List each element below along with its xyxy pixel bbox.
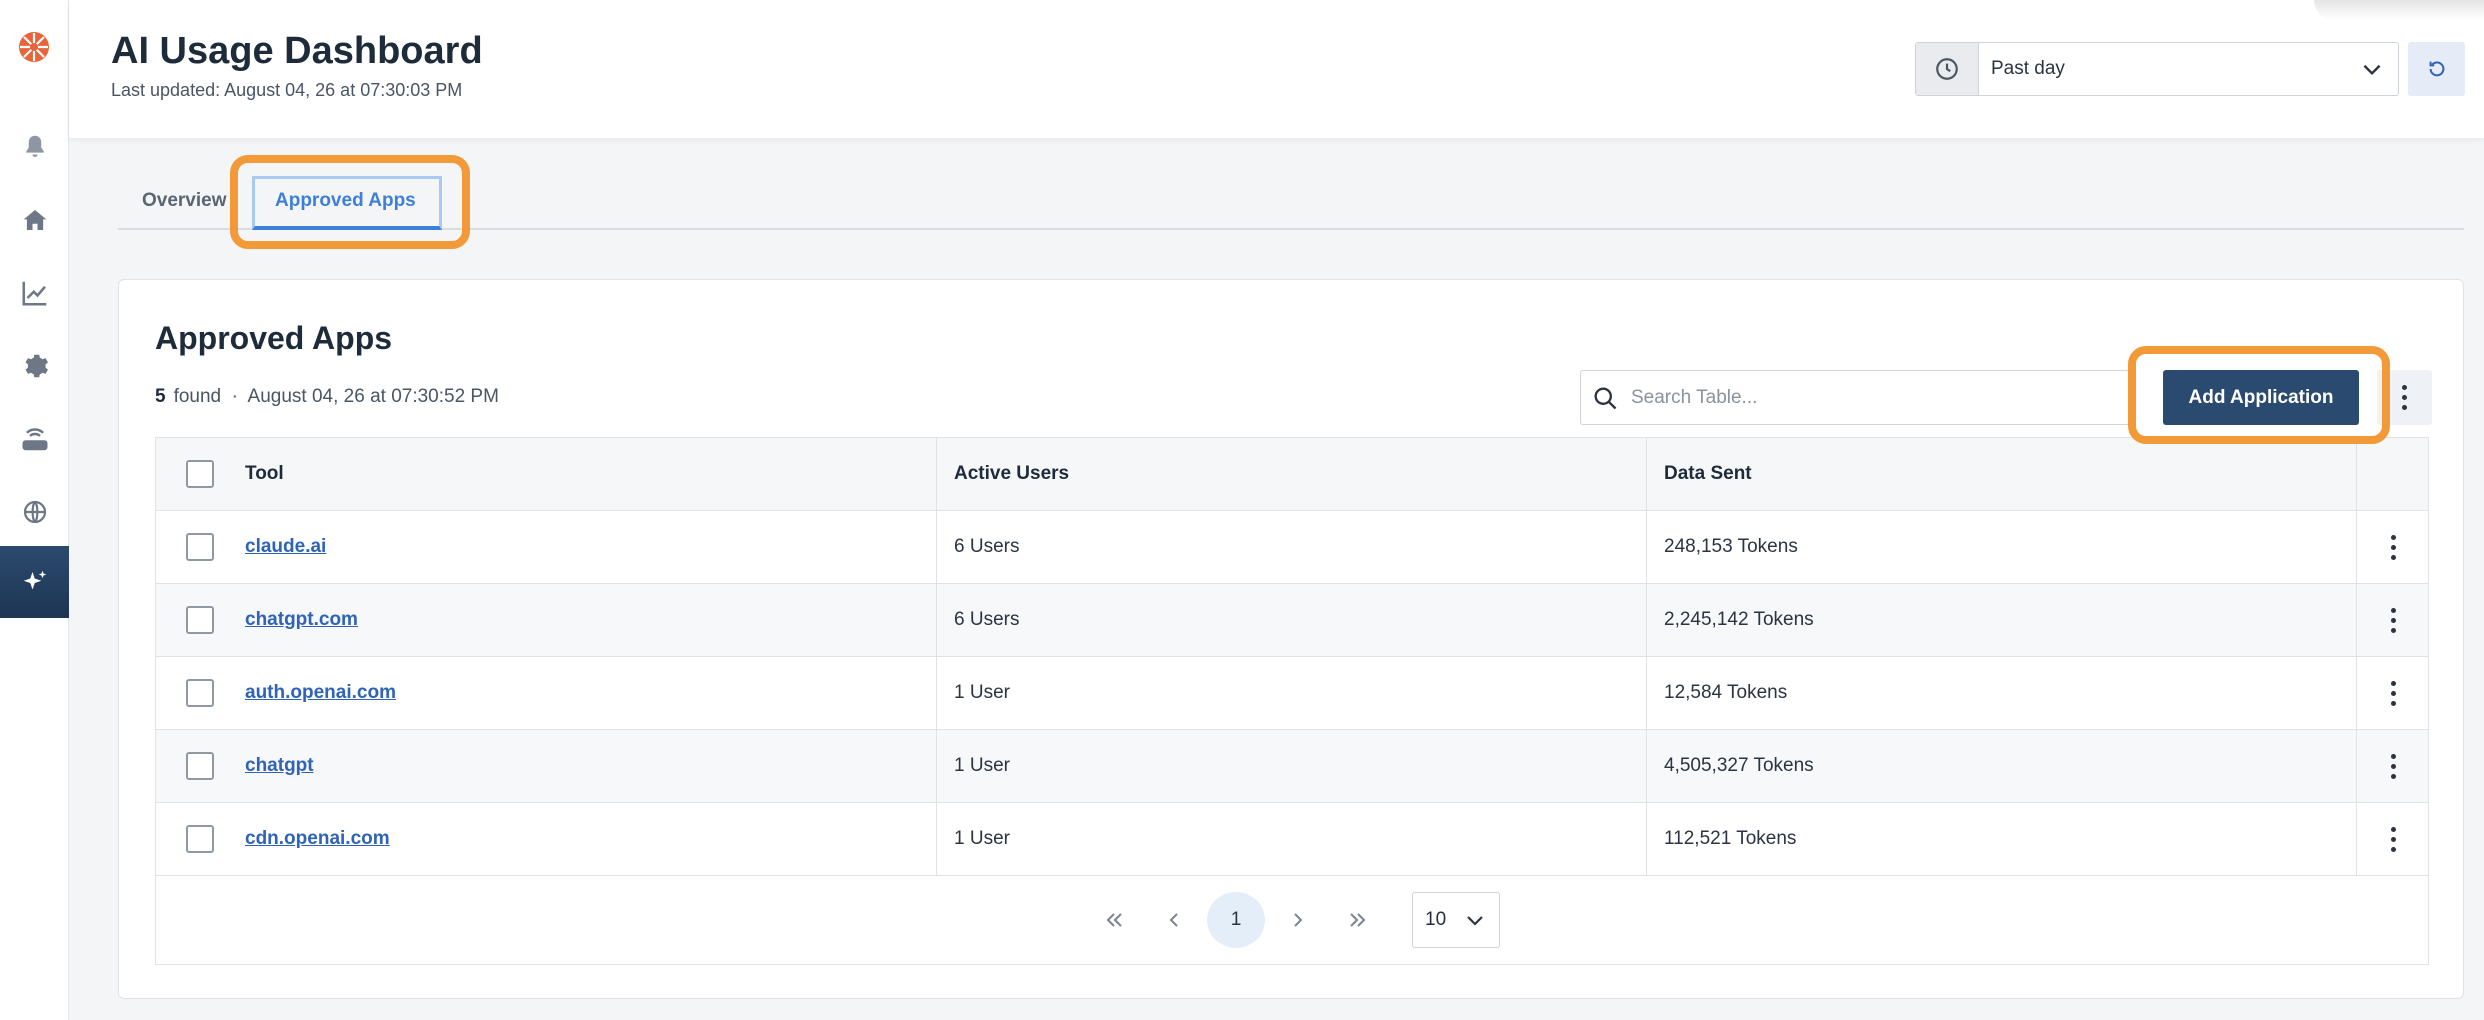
table-more-button[interactable] (2377, 370, 2432, 425)
chevron-right-icon (1294, 913, 1303, 927)
tool-link[interactable]: claude.ai (245, 536, 326, 558)
sidebar-item-ai[interactable] (0, 546, 69, 618)
active-users-cell: 6 Users (936, 511, 1646, 583)
results-summary: 5 found · August 04, 26 at 07:30:52 PM (155, 386, 499, 408)
sidebar-item-network[interactable] (0, 403, 69, 475)
add-application-button[interactable]: Add Application (2163, 370, 2359, 425)
search-input[interactable] (1631, 386, 2111, 409)
double-chevron-right-icon (1350, 913, 1366, 927)
row-checkbox[interactable] (186, 679, 214, 707)
separator-dot: · (226, 386, 244, 407)
column-header-tool[interactable]: Tool (244, 438, 936, 510)
results-found-label: found (173, 386, 222, 407)
row-actions-button[interactable] (2356, 730, 2430, 802)
card-title: Approved Apps (155, 320, 393, 356)
tool-link[interactable]: cdn.openai.com (245, 828, 390, 850)
kebab-icon (2402, 385, 2407, 410)
page-size-value: 10 (1425, 909, 1447, 930)
last-page-button[interactable] (1328, 892, 1388, 948)
pagination: 1 10 (156, 876, 2428, 964)
time-range-select[interactable]: Past day (1915, 42, 2399, 96)
tab-approved-apps[interactable]: Approved Apps (275, 190, 416, 212)
page-number-current[interactable]: 1 (1207, 892, 1265, 948)
data-sent-cell: 112,521 Tokens (1646, 803, 2356, 875)
data-sent-cell: 12,584 Tokens (1646, 657, 2356, 729)
results-count: 5 (155, 386, 166, 407)
sidebar-item-analytics[interactable] (0, 257, 69, 329)
select-all-checkbox[interactable] (186, 460, 214, 488)
refresh-icon (2429, 61, 2444, 77)
active-users-cell: 1 User (936, 730, 1646, 802)
kebab-icon (2391, 607, 2396, 633)
table-row: cdn.openai.com 1 User 112,521 Tokens (156, 803, 2428, 876)
approved-apps-table: Tool Active Users Data Sent claude.ai 6 … (155, 437, 2429, 965)
header-shadow (2314, 0, 2484, 20)
data-sent-cell: 2,245,142 Tokens (1646, 584, 2356, 656)
approved-apps-card: Approved Apps 5 found · August 04, 26 at … (118, 279, 2464, 999)
chevron-down-icon (2346, 43, 2398, 95)
home-icon (23, 210, 46, 230)
search-icon (1594, 387, 1617, 409)
results-timestamp: August 04, 26 at 07:30:52 PM (247, 386, 499, 407)
chevron-down-icon (1467, 916, 1483, 926)
kebab-icon (2391, 534, 2396, 560)
table-row: chatgpt 1 User 4,505,327 Tokens (156, 730, 2428, 803)
refresh-button[interactable] (2408, 42, 2465, 96)
double-chevron-left-icon (1106, 913, 1122, 927)
row-actions-button[interactable] (2356, 584, 2430, 656)
chart-line-icon (22, 281, 46, 306)
last-updated-text: Last updated: August 04, 26 at 07:30:03 … (111, 80, 463, 100)
globe-icon (23, 500, 46, 524)
row-checkbox[interactable] (186, 752, 214, 780)
kebab-icon (2391, 826, 2396, 852)
sparkle-icon (23, 570, 46, 590)
column-header-active-users[interactable]: Active Users (936, 438, 1646, 510)
next-page-button[interactable] (1268, 892, 1328, 948)
tool-link[interactable]: auth.openai.com (245, 682, 396, 704)
page-title: AI Usage Dashboard (111, 30, 483, 72)
row-actions-button[interactable] (2356, 803, 2430, 875)
active-users-cell: 1 User (936, 657, 1646, 729)
sidebar (0, 0, 69, 1020)
tool-link[interactable]: chatgpt (245, 755, 314, 777)
gear-icon (25, 354, 48, 378)
first-page-button[interactable] (1084, 892, 1144, 948)
sidebar-item-web[interactable] (0, 476, 69, 548)
column-header-actions (2356, 438, 2430, 510)
sidebar-item-notifications[interactable] (0, 111, 69, 183)
row-actions-button[interactable] (2356, 511, 2430, 583)
sidebar-item-home[interactable] (0, 184, 69, 256)
sidebar-item-settings[interactable] (0, 330, 69, 402)
active-users-cell: 6 Users (936, 584, 1646, 656)
clock-icon (1916, 43, 1979, 95)
tab-bar: Overview Approved Apps (118, 158, 2464, 230)
time-range-value: Past day (1991, 58, 2065, 79)
row-checkbox[interactable] (186, 606, 214, 634)
table-header-row: Tool Active Users Data Sent (156, 438, 2428, 511)
table-row: claude.ai 6 Users 248,153 Tokens (156, 511, 2428, 584)
tab-overview[interactable]: Overview (142, 190, 227, 212)
row-actions-button[interactable] (2356, 657, 2430, 729)
bell-icon (25, 135, 44, 157)
column-header-data-sent[interactable]: Data Sent (1646, 438, 2356, 510)
kebab-icon (2391, 753, 2396, 779)
router-icon (22, 428, 47, 451)
active-users-cell: 1 User (936, 803, 1646, 875)
chevron-left-icon (1169, 913, 1178, 927)
table-search[interactable] (1580, 370, 2130, 425)
data-sent-cell: 248,153 Tokens (1646, 511, 2356, 583)
kebab-icon (2391, 680, 2396, 706)
data-sent-cell: 4,505,327 Tokens (1646, 730, 2356, 802)
page-size-select[interactable]: 10 (1412, 892, 1500, 948)
tool-link[interactable]: chatgpt.com (245, 609, 358, 631)
brand-logo-icon[interactable] (17, 30, 51, 64)
row-checkbox[interactable] (186, 825, 214, 853)
table-row: auth.openai.com 1 User 12,584 Tokens (156, 657, 2428, 730)
previous-page-button[interactable] (1144, 892, 1204, 948)
row-checkbox[interactable] (186, 533, 214, 561)
page-header: AI Usage Dashboard Last updated: August … (69, 0, 2484, 138)
table-row: chatgpt.com 6 Users 2,245,142 Tokens (156, 584, 2428, 657)
